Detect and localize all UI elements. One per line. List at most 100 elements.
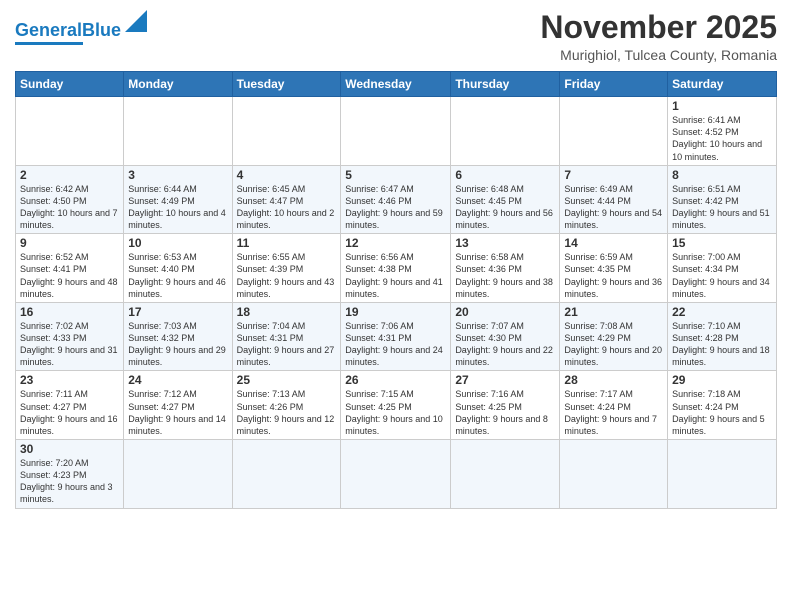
calendar-cell: 22Sunrise: 7:10 AM Sunset: 4:28 PM Dayli…: [668, 302, 777, 371]
logo-line: [15, 42, 83, 45]
day-info: Sunrise: 6:41 AM Sunset: 4:52 PM Dayligh…: [672, 114, 772, 163]
calendar-week-0: 1Sunrise: 6:41 AM Sunset: 4:52 PM Daylig…: [16, 97, 777, 166]
col-saturday: Saturday: [668, 72, 777, 97]
day-info: Sunrise: 7:04 AM Sunset: 4:31 PM Dayligh…: [237, 320, 337, 369]
calendar-cell: 24Sunrise: 7:12 AM Sunset: 4:27 PM Dayli…: [124, 371, 232, 440]
day-number: 5: [345, 168, 446, 182]
calendar-cell: [124, 97, 232, 166]
day-number: 16: [20, 305, 119, 319]
day-number: 30: [20, 442, 119, 456]
day-number: 23: [20, 373, 119, 387]
day-info: Sunrise: 7:00 AM Sunset: 4:34 PM Dayligh…: [672, 251, 772, 300]
day-number: 7: [564, 168, 663, 182]
calendar-week-2: 9Sunrise: 6:52 AM Sunset: 4:41 PM Daylig…: [16, 234, 777, 303]
calendar-cell: 2Sunrise: 6:42 AM Sunset: 4:50 PM Daylig…: [16, 165, 124, 234]
day-info: Sunrise: 7:12 AM Sunset: 4:27 PM Dayligh…: [128, 388, 227, 437]
header: GeneralBlue November 2025 Murighiol, Tul…: [15, 10, 777, 63]
calendar-cell: 9Sunrise: 6:52 AM Sunset: 4:41 PM Daylig…: [16, 234, 124, 303]
calendar-cell: 25Sunrise: 7:13 AM Sunset: 4:26 PM Dayli…: [232, 371, 341, 440]
calendar-cell: 7Sunrise: 6:49 AM Sunset: 4:44 PM Daylig…: [560, 165, 668, 234]
day-info: Sunrise: 6:56 AM Sunset: 4:38 PM Dayligh…: [345, 251, 446, 300]
calendar-cell: [124, 440, 232, 509]
day-number: 26: [345, 373, 446, 387]
day-number: 4: [237, 168, 337, 182]
day-number: 10: [128, 236, 227, 250]
day-number: 15: [672, 236, 772, 250]
calendar-cell: 20Sunrise: 7:07 AM Sunset: 4:30 PM Dayli…: [451, 302, 560, 371]
day-number: 24: [128, 373, 227, 387]
day-info: Sunrise: 7:02 AM Sunset: 4:33 PM Dayligh…: [20, 320, 119, 369]
day-info: Sunrise: 7:03 AM Sunset: 4:32 PM Dayligh…: [128, 320, 227, 369]
day-info: Sunrise: 6:53 AM Sunset: 4:40 PM Dayligh…: [128, 251, 227, 300]
logo-text: GeneralBlue: [15, 21, 121, 41]
day-number: 12: [345, 236, 446, 250]
day-info: Sunrise: 6:52 AM Sunset: 4:41 PM Dayligh…: [20, 251, 119, 300]
calendar-cell: 30Sunrise: 7:20 AM Sunset: 4:23 PM Dayli…: [16, 440, 124, 509]
day-info: Sunrise: 7:13 AM Sunset: 4:26 PM Dayligh…: [237, 388, 337, 437]
calendar-cell: 15Sunrise: 7:00 AM Sunset: 4:34 PM Dayli…: [668, 234, 777, 303]
calendar-cell: 17Sunrise: 7:03 AM Sunset: 4:32 PM Dayli…: [124, 302, 232, 371]
calendar-cell: 8Sunrise: 6:51 AM Sunset: 4:42 PM Daylig…: [668, 165, 777, 234]
col-monday: Monday: [124, 72, 232, 97]
day-number: 11: [237, 236, 337, 250]
day-info: Sunrise: 7:07 AM Sunset: 4:30 PM Dayligh…: [455, 320, 555, 369]
day-number: 1: [672, 99, 772, 113]
logo-blue: Blue: [82, 20, 121, 40]
day-info: Sunrise: 6:49 AM Sunset: 4:44 PM Dayligh…: [564, 183, 663, 232]
calendar-cell: 11Sunrise: 6:55 AM Sunset: 4:39 PM Dayli…: [232, 234, 341, 303]
day-info: Sunrise: 7:06 AM Sunset: 4:31 PM Dayligh…: [345, 320, 446, 369]
calendar-cell: 23Sunrise: 7:11 AM Sunset: 4:27 PM Dayli…: [16, 371, 124, 440]
calendar-cell: [451, 440, 560, 509]
day-info: Sunrise: 6:47 AM Sunset: 4:46 PM Dayligh…: [345, 183, 446, 232]
day-number: 6: [455, 168, 555, 182]
day-number: 3: [128, 168, 227, 182]
day-number: 22: [672, 305, 772, 319]
calendar-cell: [560, 97, 668, 166]
day-info: Sunrise: 7:20 AM Sunset: 4:23 PM Dayligh…: [20, 457, 119, 506]
calendar-cell: [232, 440, 341, 509]
day-info: Sunrise: 7:15 AM Sunset: 4:25 PM Dayligh…: [345, 388, 446, 437]
day-number: 20: [455, 305, 555, 319]
day-info: Sunrise: 6:58 AM Sunset: 4:36 PM Dayligh…: [455, 251, 555, 300]
calendar-cell: 3Sunrise: 6:44 AM Sunset: 4:49 PM Daylig…: [124, 165, 232, 234]
calendar-cell: 13Sunrise: 6:58 AM Sunset: 4:36 PM Dayli…: [451, 234, 560, 303]
day-number: 2: [20, 168, 119, 182]
day-info: Sunrise: 7:16 AM Sunset: 4:25 PM Dayligh…: [455, 388, 555, 437]
day-number: 18: [237, 305, 337, 319]
calendar-cell: [232, 97, 341, 166]
calendar-week-1: 2Sunrise: 6:42 AM Sunset: 4:50 PM Daylig…: [16, 165, 777, 234]
day-number: 25: [237, 373, 337, 387]
calendar-cell: [16, 97, 124, 166]
day-info: Sunrise: 6:55 AM Sunset: 4:39 PM Dayligh…: [237, 251, 337, 300]
calendar-cell: 27Sunrise: 7:16 AM Sunset: 4:25 PM Dayli…: [451, 371, 560, 440]
day-info: Sunrise: 6:48 AM Sunset: 4:45 PM Dayligh…: [455, 183, 555, 232]
calendar-week-5: 30Sunrise: 7:20 AM Sunset: 4:23 PM Dayli…: [16, 440, 777, 509]
calendar-cell: 6Sunrise: 6:48 AM Sunset: 4:45 PM Daylig…: [451, 165, 560, 234]
day-info: Sunrise: 6:42 AM Sunset: 4:50 PM Dayligh…: [20, 183, 119, 232]
calendar-cell: 19Sunrise: 7:06 AM Sunset: 4:31 PM Dayli…: [341, 302, 451, 371]
calendar-cell: [341, 440, 451, 509]
day-number: 14: [564, 236, 663, 250]
calendar-cell: 4Sunrise: 6:45 AM Sunset: 4:47 PM Daylig…: [232, 165, 341, 234]
day-number: 8: [672, 168, 772, 182]
day-number: 28: [564, 373, 663, 387]
calendar-cell: 5Sunrise: 6:47 AM Sunset: 4:46 PM Daylig…: [341, 165, 451, 234]
calendar-cell: 14Sunrise: 6:59 AM Sunset: 4:35 PM Dayli…: [560, 234, 668, 303]
day-info: Sunrise: 7:08 AM Sunset: 4:29 PM Dayligh…: [564, 320, 663, 369]
calendar-cell: [668, 440, 777, 509]
col-friday: Friday: [560, 72, 668, 97]
day-info: Sunrise: 7:17 AM Sunset: 4:24 PM Dayligh…: [564, 388, 663, 437]
day-number: 21: [564, 305, 663, 319]
day-info: Sunrise: 7:11 AM Sunset: 4:27 PM Dayligh…: [20, 388, 119, 437]
day-info: Sunrise: 6:51 AM Sunset: 4:42 PM Dayligh…: [672, 183, 772, 232]
location-title: Murighiol, Tulcea County, Romania: [540, 47, 777, 63]
day-number: 9: [20, 236, 119, 250]
logo: GeneralBlue: [15, 10, 147, 45]
calendar-cell: [560, 440, 668, 509]
calendar-cell: 12Sunrise: 6:56 AM Sunset: 4:38 PM Dayli…: [341, 234, 451, 303]
day-info: Sunrise: 7:18 AM Sunset: 4:24 PM Dayligh…: [672, 388, 772, 437]
day-info: Sunrise: 7:10 AM Sunset: 4:28 PM Dayligh…: [672, 320, 772, 369]
calendar-cell: 18Sunrise: 7:04 AM Sunset: 4:31 PM Dayli…: [232, 302, 341, 371]
calendar-week-4: 23Sunrise: 7:11 AM Sunset: 4:27 PM Dayli…: [16, 371, 777, 440]
calendar-cell: 26Sunrise: 7:15 AM Sunset: 4:25 PM Dayli…: [341, 371, 451, 440]
